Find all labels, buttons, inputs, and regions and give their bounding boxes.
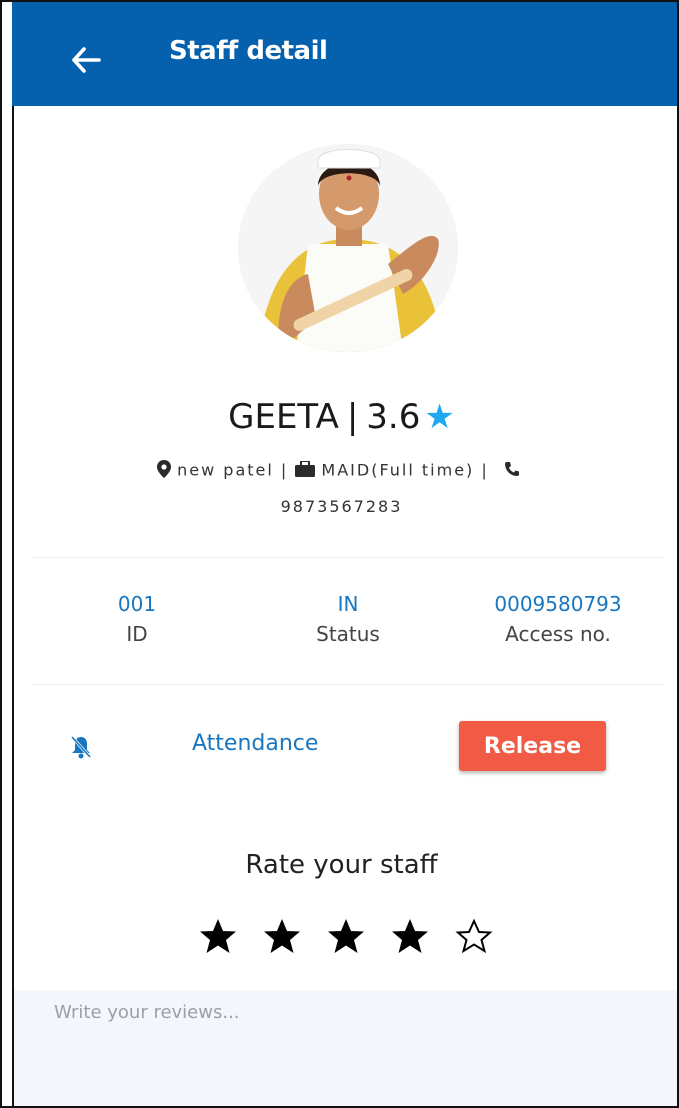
staff-avatar xyxy=(238,144,458,352)
stat-status-value: IN xyxy=(337,592,359,616)
notification-toggle-button[interactable] xyxy=(68,734,96,762)
staff-rating: 3.6 xyxy=(366,397,421,437)
back-button[interactable] xyxy=(66,40,106,80)
app-frame: Staff detail GEETA | 3.6 ★ new patel | M… xyxy=(0,0,679,1108)
star-1-icon[interactable] xyxy=(198,916,238,956)
stat-access-no-label: Access no. xyxy=(505,622,611,646)
meta-separator: | xyxy=(280,460,289,480)
staff-name: GEETA xyxy=(228,397,339,437)
page-title: Staff detail xyxy=(169,36,328,66)
location-pin-icon xyxy=(157,460,172,482)
name-separator: | xyxy=(346,397,359,437)
star-4-icon[interactable] xyxy=(390,916,430,956)
attendance-link[interactable]: Attendance xyxy=(192,731,318,756)
briefcase-icon xyxy=(295,460,316,481)
left-border xyxy=(12,106,14,1106)
staff-job: MAID(Full time) xyxy=(321,460,475,480)
arrow-left-icon xyxy=(72,47,101,73)
app-bar: Staff detail xyxy=(12,2,677,106)
meta-separator: | xyxy=(481,460,489,480)
rating-stars xyxy=(198,916,494,956)
review-input[interactable] xyxy=(14,990,677,1106)
staff-location: new patel xyxy=(177,460,274,480)
staff-phone[interactable]: 9873567283 xyxy=(2,497,677,516)
stat-access-no: 0009580793 Access no. xyxy=(458,592,658,646)
star-icon: ★ xyxy=(424,397,455,437)
stat-id-value: 001 xyxy=(117,592,157,616)
stat-status-label: Status xyxy=(316,622,380,646)
divider xyxy=(32,684,664,685)
divider xyxy=(32,557,664,558)
rate-staff-title: Rate your staff xyxy=(245,850,438,880)
staff-name-row: GEETA | 3.6 ★ xyxy=(2,397,677,437)
star-3-icon[interactable] xyxy=(326,916,366,956)
staff-meta-line: new patel | MAID(Full time) | xyxy=(2,460,677,482)
star-5-outline-icon[interactable] xyxy=(454,916,494,956)
phone-icon xyxy=(504,461,520,481)
star-2-icon[interactable] xyxy=(262,916,302,956)
stat-id-label: ID xyxy=(126,622,148,646)
stat-access-no-value: 0009580793 xyxy=(494,592,622,616)
stat-id: 001 ID xyxy=(37,592,237,646)
bell-off-icon xyxy=(70,735,92,759)
stat-status: IN Status xyxy=(248,592,448,646)
release-button[interactable]: Release xyxy=(459,721,606,771)
